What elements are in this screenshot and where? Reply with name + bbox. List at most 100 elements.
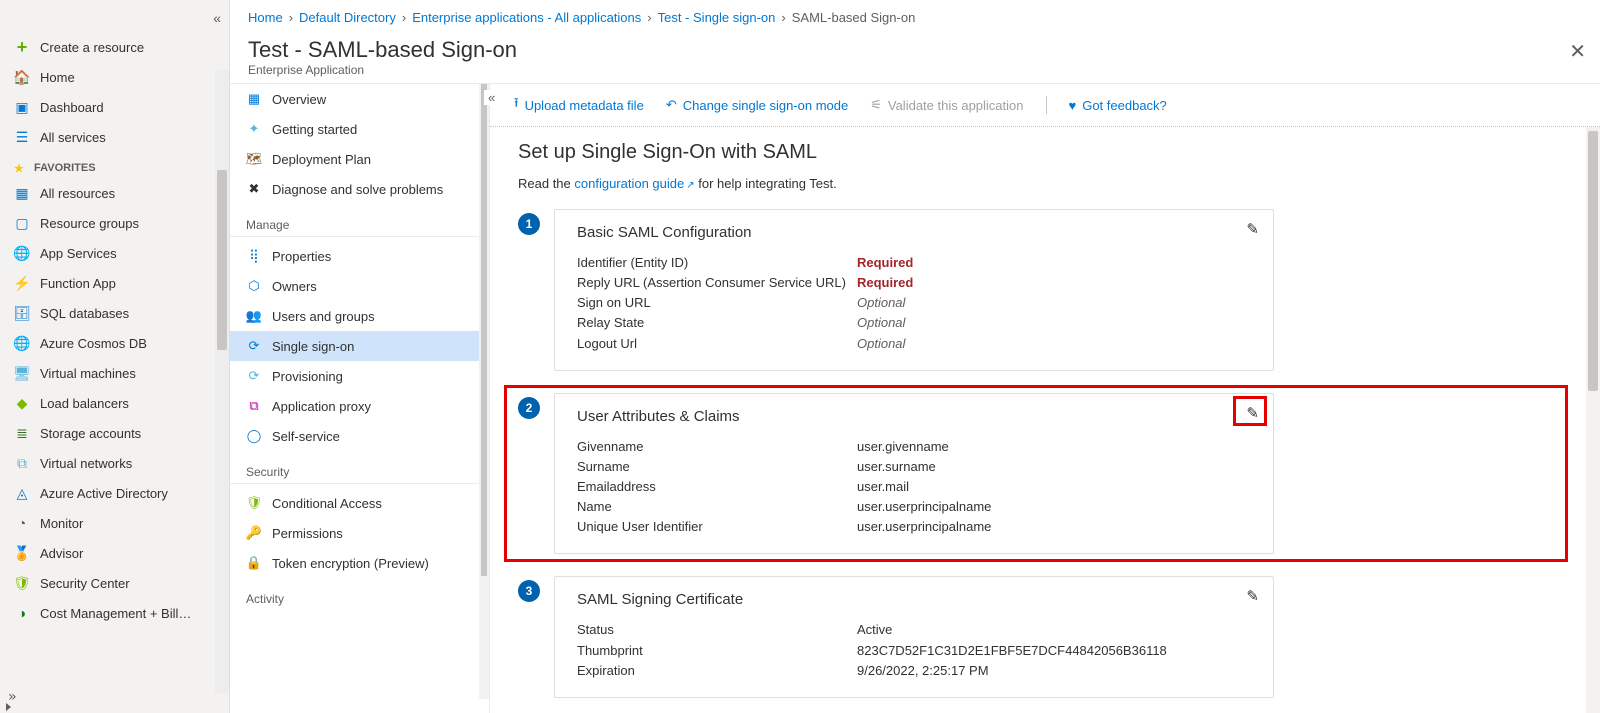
sidebar-item[interactable]: 🌐Azure Cosmos DB [0,328,229,358]
sidebar-item-label: Load balancers [40,396,129,411]
breadcrumb-item[interactable]: Enterprise applications - All applicatio… [412,10,641,25]
sidebar-item[interactable]: ◑Cost Management + Bill… [0,598,229,628]
edit-pencil-icon[interactable]: ✎ [1246,404,1259,422]
nav-item-getting-started[interactable]: ✦Getting started [230,114,489,144]
sidebar-item[interactable]: ▢Resource groups [0,208,229,238]
all-services-link[interactable]: ☰ All services [0,122,229,152]
nav-icon: ⟳ [246,368,262,384]
change-sso-mode-button[interactable]: ↶ Change single sign-on mode [666,97,848,113]
breadcrumb-item[interactable]: Default Directory [299,10,396,25]
breadcrumb-item[interactable]: Test - Single sign-on [658,10,776,25]
nav-icon: 🛡 [246,495,262,511]
sidebar-item[interactable]: ◔Monitor [0,508,229,538]
field-label: Status [577,620,857,640]
config-guide-link[interactable]: configuration guide↗ [574,176,694,191]
sidebar-item-label: Security Center [40,576,130,591]
field-label: Identifier (Entity ID) [577,253,857,273]
close-icon[interactable]: ✕ [1569,39,1586,64]
content-scrollbar[interactable] [1586,127,1600,713]
collapse-midnav-icon[interactable]: « [484,90,499,105]
sidebar-item[interactable]: ▦All resources [0,178,229,208]
feedback-button[interactable]: ♥ Got feedback? [1069,98,1167,113]
home-link[interactable]: 🏠 Home [0,62,229,92]
nav-item-label: Users and groups [272,309,375,324]
nav-item-overview[interactable]: ▦Overview [230,84,489,114]
field-value: Required [857,253,913,273]
nav-icon: 🔒 [246,555,262,571]
favorites-header: ★ Favorites [0,152,229,178]
field-label: Sign on URL [577,293,857,313]
nav-icon: ▦ [246,91,262,107]
field-label: Thumbprint [577,641,857,661]
nav-item-token-encryption-preview-[interactable]: 🔒Token encryption (Preview) [230,548,489,578]
sidebar-item-label: Resource groups [40,216,139,231]
field-label: Givenname [577,437,857,457]
bottom-scroll-track[interactable] [0,701,229,713]
nav-item-users-and-groups[interactable]: 👥Users and groups [230,301,489,331]
sidebar-item-label: Cost Management + Bill… [40,606,191,621]
nav-item-deployment-plan[interactable]: 🗺 Deployment Plan [230,144,489,174]
chevron-right-icon: › [402,10,406,25]
sidebar-item[interactable]: ⚡Function App [0,268,229,298]
nav-item-permissions[interactable]: 🔑Permissions [230,518,489,548]
page-title: Test - SAML-based Sign-on [248,37,1582,63]
field-label: Name [577,497,857,517]
collapse-sidebar-icon[interactable]: « [213,10,221,26]
sidebar-item[interactable]: ≣Storage accounts [0,418,229,448]
sidebar-item-label: Function App [40,276,116,291]
nav-icon: ⧉ [246,398,262,414]
nav-icon: ⟳ [246,338,262,354]
nav-item-label: Deployment Plan [272,152,371,167]
star-icon: ★ [14,162,24,175]
sidebar-item-label: App Services [40,246,117,261]
card-title: Basic SAML Configuration [577,224,1251,241]
nav-item-single-sign-on[interactable]: ⟳Single sign-on [230,331,489,361]
service-icon: 🌐 [14,335,30,351]
nav-icon: 🔑 [246,525,262,541]
sidebar-item[interactable]: ◬Azure Active Directory [0,478,229,508]
card-title: User Attributes & Claims [577,408,1251,425]
midnav-scrollbar[interactable] [479,84,489,699]
sidebar-item[interactable]: 🏅Advisor [0,538,229,568]
field-value: user.surname [857,457,936,477]
sidebar-item[interactable]: ⧉Virtual networks [0,448,229,478]
sidebar-item-label: All resources [40,186,115,201]
nav-item-owners[interactable]: ⬡Owners [230,271,489,301]
field-value: 823C7D52F1C31D2E1FBF5E7DCF44842056B36118 [857,641,1167,661]
nav-item-conditional-access[interactable]: 🛡Conditional Access [230,488,489,518]
nav-item-provisioning[interactable]: ⟳Provisioning [230,361,489,391]
sidebar-item-label: Monitor [40,516,83,531]
card-title: SAML Signing Certificate [577,591,1251,608]
nav-icon: 🗺 [246,151,262,167]
sidebar-item[interactable]: ◆Load balancers [0,388,229,418]
service-icon: ◬ [14,485,30,501]
expand-bottom-icon[interactable]: » [8,689,16,705]
nav-item-properties[interactable]: ⢿Properties [230,241,489,271]
sidebar-item[interactable]: 🖥Virtual machines [0,358,229,388]
nav-item-application-proxy[interactable]: ⧉Application proxy [230,391,489,421]
upload-metadata-button[interactable]: ⭱ Upload metadata file [514,94,644,116]
external-link-icon: ↗ [686,180,694,191]
edit-pencil-icon[interactable]: ✎ [1246,220,1259,238]
field-label: Reply URL (Assertion Consumer Service UR… [577,273,857,293]
nav-item-self-service[interactable]: ◯Self-service [230,421,489,451]
chevron-right-icon: › [289,10,293,25]
sidebar-scrollbar[interactable] [215,70,229,693]
field-value: 9/26/2022, 2:25:17 PM [857,661,989,681]
undo-icon: ↶ [666,97,677,113]
sidebar-item[interactable]: 🛡Security Center [0,568,229,598]
field-label: Surname [577,457,857,477]
favorites-sidebar: « + Create a resource 🏠 Home ▣ Dashboard… [0,0,230,713]
nav-item-label: Owners [272,279,317,294]
sidebar-item[interactable]: 🗄SQL databases [0,298,229,328]
create-resource[interactable]: + Create a resource [0,32,229,62]
sidebar-item[interactable]: 🌐App Services [0,238,229,268]
content-heading: Set up Single Sign-On with SAML [518,141,1564,164]
dashboard-link[interactable]: ▣ Dashboard [0,92,229,122]
sidebar-item-label: Virtual networks [40,456,132,471]
sidebar-item-label: SQL databases [40,306,129,321]
nav-item-diagnose-and-solve-problems[interactable]: ✖Diagnose and solve problems [230,174,489,204]
activity-section-header: Activity [230,578,489,610]
breadcrumb-item[interactable]: Home [248,10,283,25]
edit-pencil-icon[interactable]: ✎ [1246,587,1259,605]
